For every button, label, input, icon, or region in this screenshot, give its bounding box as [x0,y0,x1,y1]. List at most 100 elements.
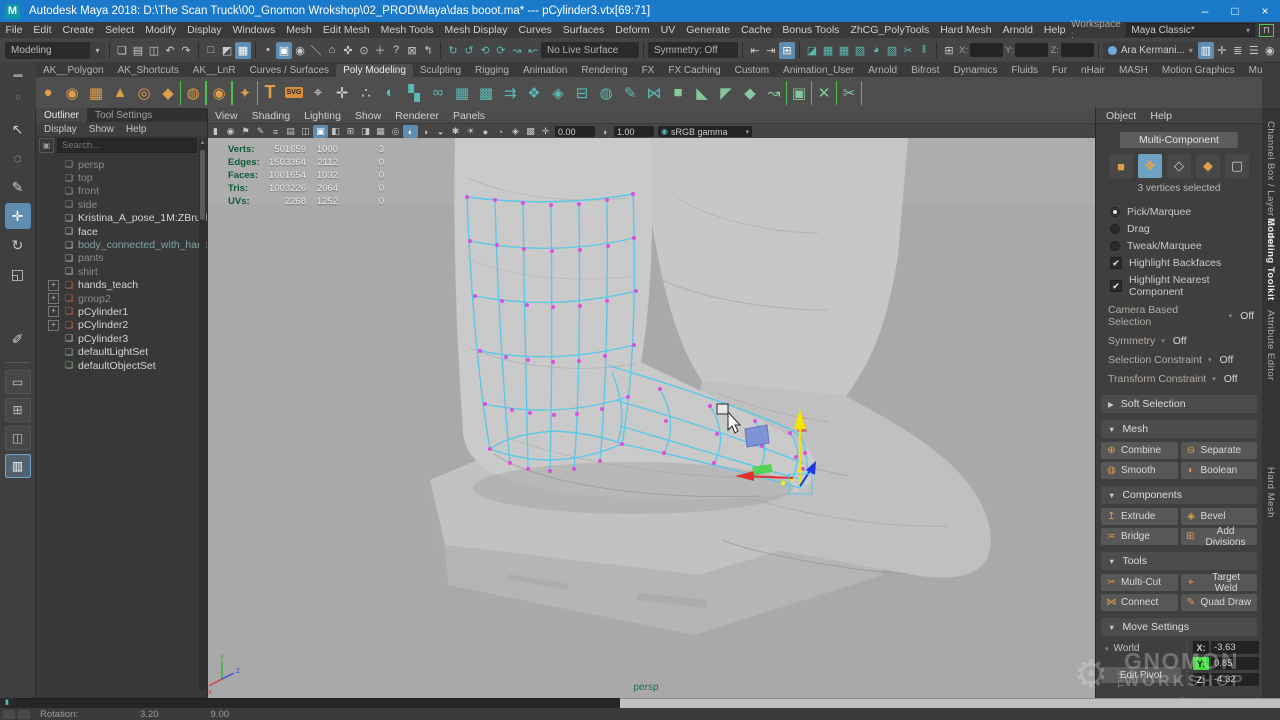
render-current-frame-icon[interactable]: ▦ [820,42,836,59]
shelf-tab[interactable]: AK_Shortcuts [111,64,186,77]
bookmark-icon[interactable]: ⚑ [238,125,253,138]
menu-item[interactable]: Curves [513,24,557,36]
outliner-item[interactable]: + ❑ defaultLightSet [36,345,207,358]
outliner-menu-item[interactable]: Help [126,124,147,135]
exposure-field[interactable]: 0.00 [555,126,595,137]
absolute-transform-icon[interactable]: ⊞ [941,42,957,59]
select-by-component-icon[interactable]: ▦ [235,42,251,59]
selection-style-radio[interactable]: Pick/Marquee [1096,203,1262,220]
crease-tool-icon[interactable]: ✎ [618,81,642,105]
menu-item[interactable]: Mesh Display [439,24,513,36]
xray-icon[interactable]: ▦ [373,125,388,138]
menu-item[interactable]: Mesh Tools [375,24,439,36]
constraint-dropdown-row[interactable]: Camera Based Selection ▾ Off [1096,300,1262,331]
menu-item[interactable]: Windows [227,24,281,36]
gamma-icon[interactable]: ◑ [597,125,612,138]
command-line-input[interactable] [14,698,620,708]
camera-attributes-icon[interactable]: ◉ [223,125,238,138]
outliner-item[interactable]: + ❑ persp [36,158,207,171]
snap-together-icon[interactable]: ＋ [372,42,388,59]
highlight-checkbox[interactable]: ✔ Highlight Nearest Component [1096,271,1262,300]
attribute-editor-toggle-icon[interactable]: ◉ [1262,42,1278,59]
z-input[interactable] [1061,43,1094,57]
shelf-tab[interactable]: Motion Graphics [1155,64,1242,77]
menu-item[interactable]: Surfaces [557,24,609,36]
image-plane-icon[interactable]: ✎ [253,125,268,138]
pause-viewport-icon[interactable]: ‖ [916,42,932,59]
workspace-lock-icon[interactable]: ⊓ [1259,24,1274,37]
center-pivot-icon[interactable]: ⌖ [306,81,330,105]
move-settings-section[interactable]: ▼ Move Settings [1101,618,1257,636]
toolkit-button[interactable]: ⌖Target Weld [1181,574,1258,591]
poke-faces-icon[interactable]: ◆ [738,81,762,105]
super-shape-icon[interactable]: ✦ [232,81,258,105]
shelf-tab[interactable]: FX Caching [661,64,727,77]
sidebar-vertical-tab[interactable]: Modeling Toolkit [1265,218,1276,301]
outliner-item[interactable]: + ❑ body_connected_with_hands [36,238,207,251]
snap-to-grids-icon[interactable]: ▣ [276,42,292,59]
toolkit-button[interactable]: ≍Bridge [1101,528,1178,545]
symmetry-dropdown[interactable]: Symmetry: Off [648,42,738,58]
type-tool-icon[interactable]: T [258,81,282,105]
menu-item[interactable]: Select [100,24,140,36]
mirror-icon[interactable]: ◐ [378,81,402,105]
redo-icon[interactable]: ↷ [178,42,194,59]
last-tool-icon[interactable]: ✐ [5,326,31,352]
render-view-icon[interactable]: ◪ [804,42,820,59]
y-input[interactable] [1015,43,1048,57]
selection-style-radio[interactable]: Tweak/Marquee [1096,237,1262,254]
maximize-button[interactable]: □ [1220,0,1250,22]
output-connections-icon[interactable]: ⇥ [763,42,779,59]
multi-cut-shelf-icon[interactable]: ▣ [786,81,812,105]
menu-item[interactable]: Display [182,24,227,36]
shelf-tab[interactable]: nHair [1074,64,1112,77]
layer-editor-toggle-icon[interactable]: ☰ [1246,42,1262,59]
poly-cylinder-icon[interactable]: ▦ [84,81,108,105]
scale-tool-icon[interactable]: ◱ [5,261,31,287]
minimize-button[interactable]: – [1190,0,1220,22]
sidebar-vertical-tab[interactable]: Hard Mesh [1265,467,1276,518]
undo-icon[interactable]: ↶ [162,42,178,59]
toolkit-button[interactable]: ↥Extrude [1101,508,1178,525]
save-scene-icon[interactable]: ◫ [146,42,162,59]
history-option4-icon[interactable]: ↜ [525,42,541,59]
append-polygon-icon[interactable]: ◣ [690,81,714,105]
outliner-item[interactable]: + ❑ pants [36,252,207,265]
highlight-checkbox[interactable]: ✔ Highlight Backfaces [1096,254,1262,271]
edge-mode-icon[interactable]: ◇ [1167,154,1191,178]
textured-mode-icon[interactable]: ◧ [328,125,343,138]
shelf-tab[interactable]: Curves / Surfaces [243,64,336,77]
shelf-tab[interactable]: Rigging [468,64,516,77]
hypershade-icon[interactable]: ◕ [868,42,884,59]
reset-transform-icon[interactable]: ✛ [330,81,354,105]
bevel-shelf-icon[interactable]: ◈ [546,81,570,105]
outliner-item[interactable]: + ❑ shirt [36,265,207,278]
scroll-up-icon[interactable]: ▲ [199,140,206,146]
snap-to-points-icon[interactable]: ＼ [308,42,324,59]
poly-disc-icon[interactable]: ◍ [180,81,206,105]
shelf-tab[interactable]: Animation_User [776,64,861,77]
expand-icon[interactable]: + [48,280,59,291]
channel-box-toggle-icon[interactable]: ≣ [1230,42,1246,59]
highlight-selection-icon[interactable]: ↰ [420,42,436,59]
shaded-mode-icon[interactable]: ▣ [313,125,328,138]
duplicate-faces-icon[interactable]: ❖ [522,81,546,105]
expand-icon[interactable]: + [48,293,59,304]
wireframe-on-shaded-icon[interactable]: ⊞ [343,125,358,138]
toolkit-button[interactable]: ⋈Connect [1101,594,1178,611]
expand-icon[interactable]: + [48,320,59,331]
shelf-tab[interactable]: Poly Modeling [336,64,413,77]
subdivide-icon[interactable]: ▩ [474,81,498,105]
layout-outliner-persp-icon[interactable]: ▥ [5,454,31,478]
shelf-tab[interactable]: Sculpting [413,64,468,77]
separate-shelf-icon[interactable]: ✂ [836,81,862,105]
menu-item[interactable]: Create [57,24,100,36]
smooth-mesh-icon[interactable]: ▦ [450,81,474,105]
selection-style-radio[interactable]: Drag [1096,220,1262,237]
input-connections-icon[interactable]: ⇤ [747,42,763,59]
help-line-icon2[interactable] [18,710,30,719]
ambient-occlusion-icon[interactable]: ◑ [418,125,433,138]
default-material-icon[interactable]: ◨ [358,125,373,138]
outliner-item[interactable]: + ❑ pCylinder1 [36,305,207,318]
ipr-render-icon[interactable]: ▦ [836,42,852,59]
